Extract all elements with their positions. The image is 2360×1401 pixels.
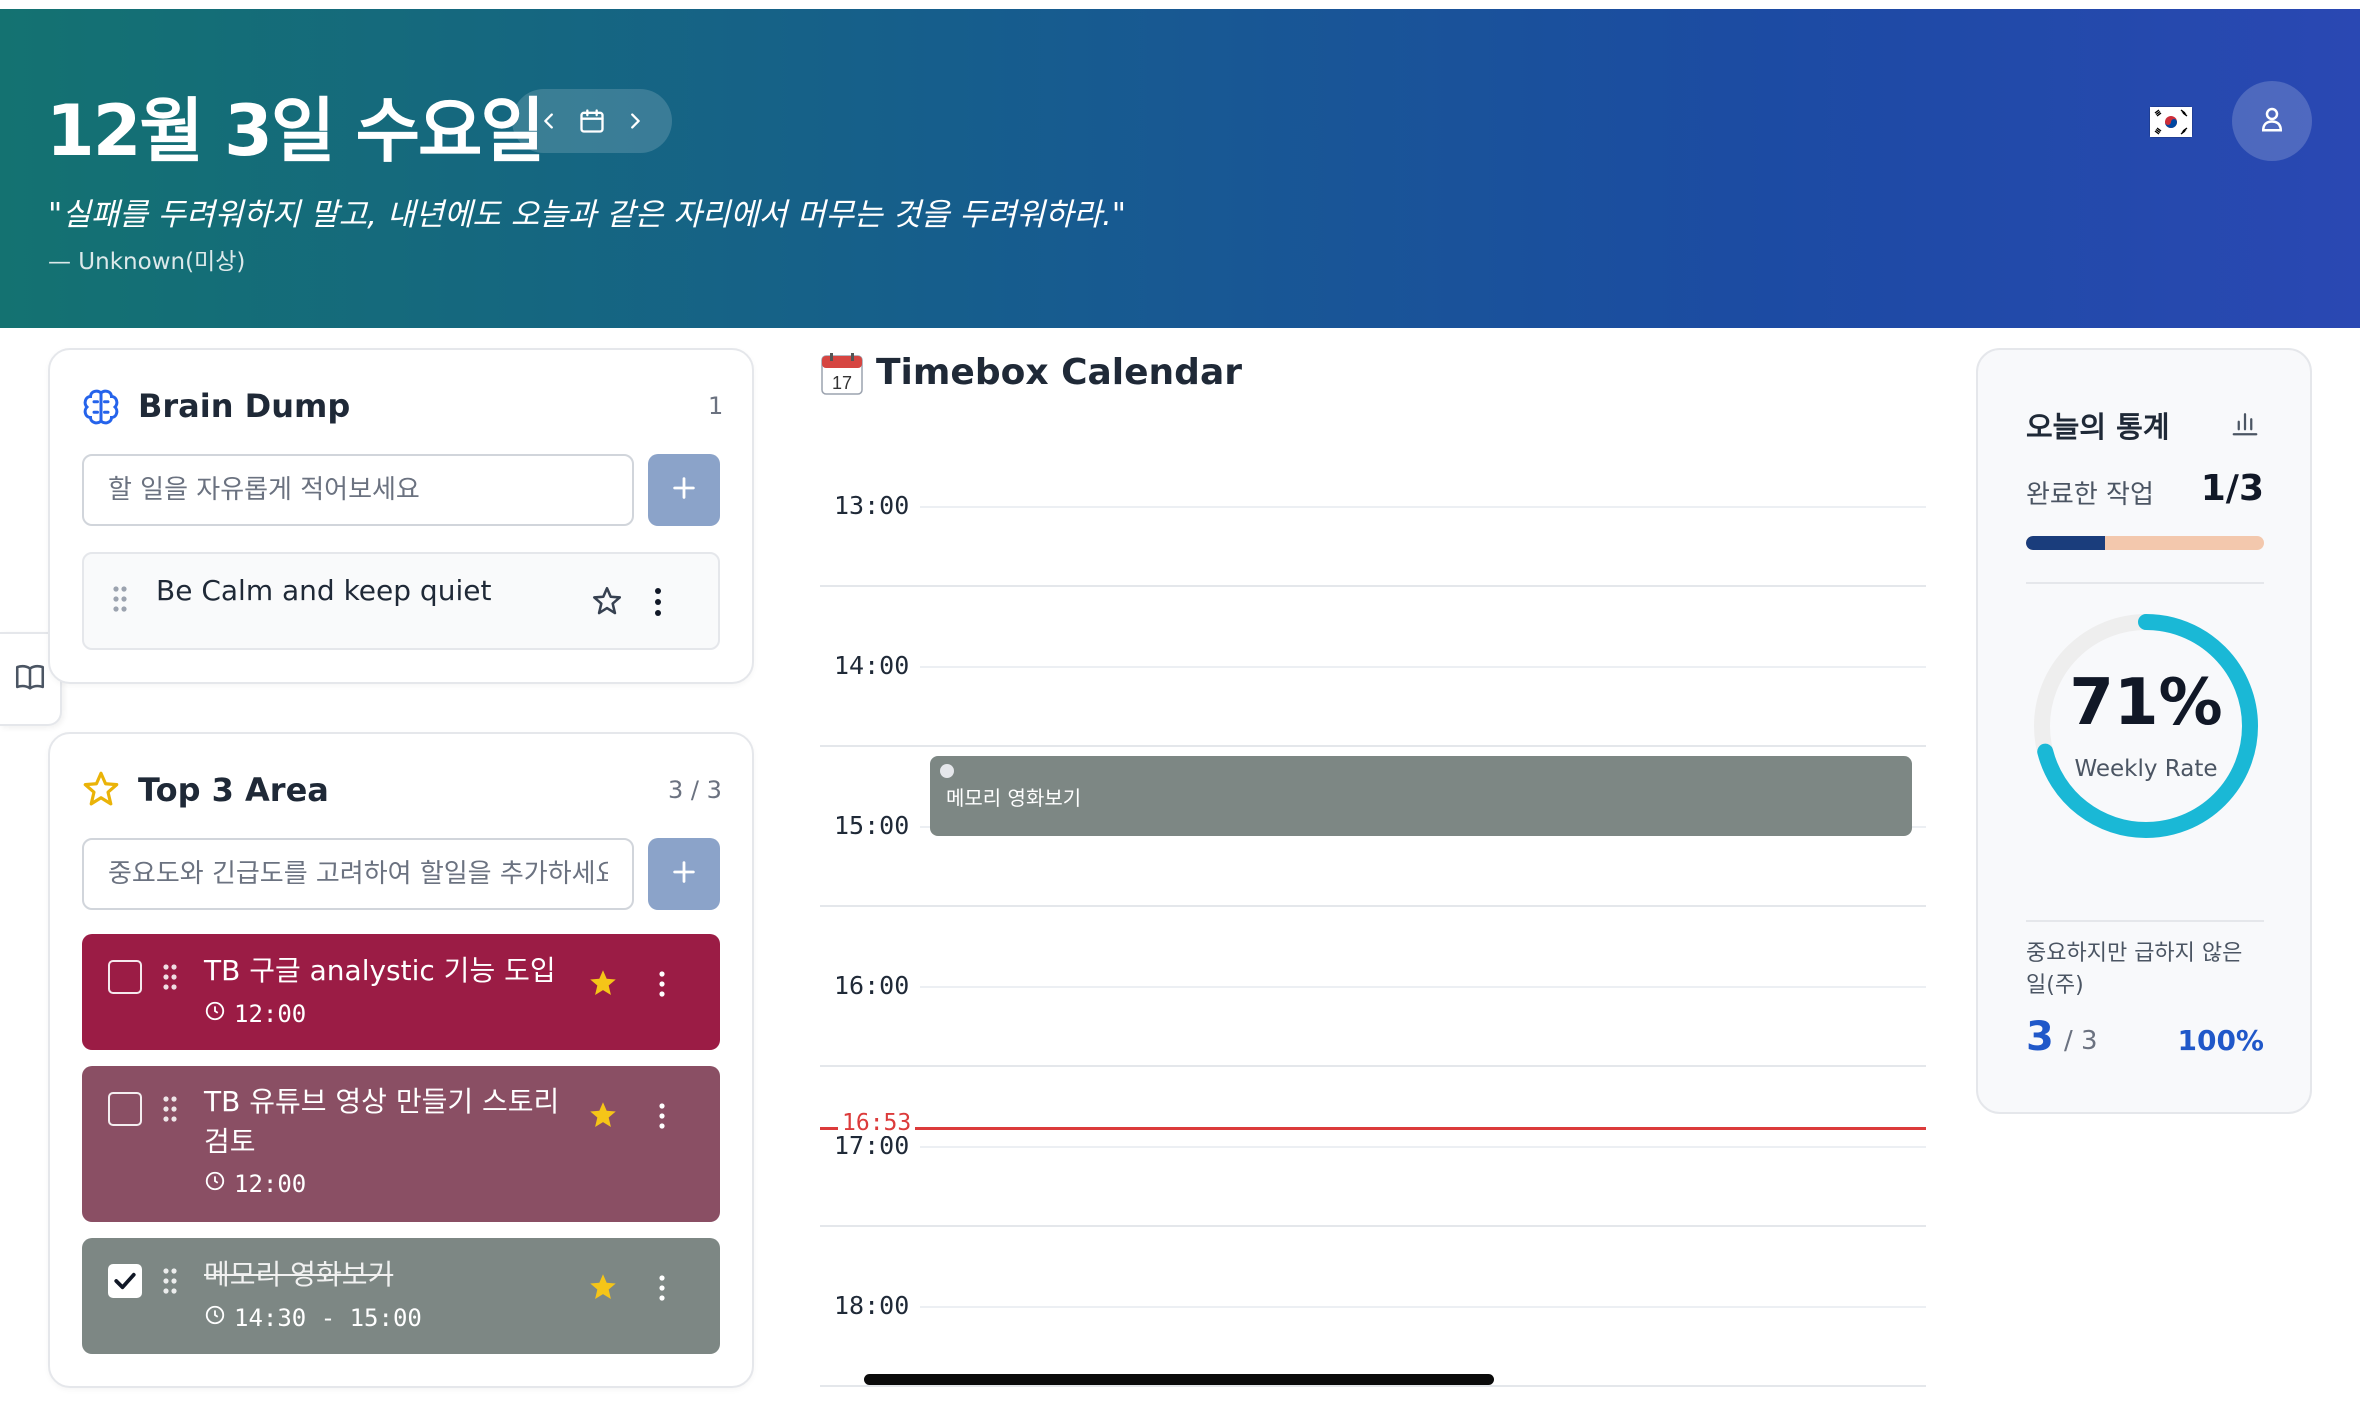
important-not-urgent-label: 중요하지만 급하지 않은 일(주) [2026,941,2243,998]
more-vertical-icon[interactable] [656,1274,668,1306]
task-checkbox[interactable] [108,960,142,994]
hour-label: 18:00 [834,1291,910,1320]
bar-chart-icon[interactable] [2230,408,2260,442]
divider [2026,920,2264,922]
task-time-text: 12:00 [234,1000,307,1028]
brain-dump-add-button[interactable] [648,454,720,526]
svg-text:17: 17 [832,373,852,393]
top3-count: 3 / 3 [668,776,722,804]
current-time-label: 16:53 [838,1110,916,1136]
more-vertical-icon[interactable] [656,970,668,1002]
task-time-text: 14:30 - 15:00 [234,1304,422,1332]
completed-progress-bar [2026,536,2264,550]
divider [2026,582,2264,584]
date-navigator [512,89,672,153]
completed-tasks-label: 완료한 작업 [2026,480,2154,510]
chevron-right-icon[interactable] [618,104,652,138]
hour-label: 16:00 [834,971,910,1000]
scrollbar[interactable] [864,1374,1494,1385]
top3-add-button[interactable] [648,838,720,910]
task-time-text: 12:00 [234,1170,307,1198]
task-title: 메모리 영화보기 [204,1258,394,1291]
brain-dump-item-text: Be Calm and keep quiet [156,574,492,607]
weekly-rate-ring: 71% Weekly Rate [2026,606,2266,846]
clock-icon [204,1304,226,1332]
plus-icon [670,858,698,890]
brain-icon [80,386,122,432]
hour-label: 14:00 [834,651,910,680]
task-title: TB 유튜브 영상 만들기 스토리 검토 [204,1085,560,1158]
plus-icon [670,474,698,506]
task-time: 12:00 [204,1170,306,1198]
gridline [920,1306,1926,1308]
quote-author: — Unknown(미상) [48,249,246,275]
brain-dump-title: Brain Dump [138,387,351,425]
more-vertical-icon[interactable] [652,586,664,622]
top3-title: Top 3 Area [138,771,329,809]
brain-dump-item[interactable]: Be Calm and keep quiet [82,552,720,650]
date-title: 12월 3일 수요일 [46,90,545,172]
star-filled-icon[interactable] [586,1270,620,1308]
brain-dump-input[interactable] [82,454,634,526]
stats-card: 오늘의 통계 완료한 작업 1/3 71% Weekly Rate 중요하지만 … [1976,348,2312,1114]
gridline [820,1385,1926,1387]
more-vertical-icon[interactable] [656,1102,668,1134]
clock-icon [204,1170,226,1198]
important-total: / 3 [2064,1026,2098,1056]
timebox-event[interactable]: 메모리 영화보기 [930,756,1912,836]
calendar-emoji-icon: 17 [820,352,864,396]
stats-title: 오늘의 통계 [2026,410,2170,444]
drag-handle-icon[interactable] [162,1266,178,1300]
drag-handle-icon[interactable] [162,962,178,996]
top3-task[interactable]: 메모리 영화보기 14:30 - 15:00 [82,1238,720,1354]
task-time: 12:00 [204,1000,306,1028]
profile-button[interactable] [2232,81,2312,161]
gridline [820,1225,1926,1227]
task-checkbox[interactable] [108,1264,142,1298]
important-percent: 100% [2177,1024,2264,1057]
drag-handle-icon[interactable] [162,1094,178,1128]
chevron-left-icon[interactable] [532,104,566,138]
star-filled-icon[interactable] [586,966,620,1004]
gridline [920,506,1926,508]
task-title: TB 구글 analystic 기능 도입 [204,954,556,987]
gridline [920,986,1926,988]
timebox-title: Timebox Calendar [876,352,1242,393]
current-time-line [820,1127,1926,1130]
hour-label: 15:00 [834,811,910,840]
weekly-rate-label: Weekly Rate [2074,756,2218,782]
gridline [820,1065,1926,1067]
gridline [920,1146,1926,1148]
drag-handle-icon[interactable] [112,584,128,618]
top3-task[interactable]: TB 구글 analystic 기능 도입 12:00 [82,934,720,1050]
star-outline-icon [80,768,122,814]
top3-input[interactable] [82,838,634,910]
user-icon [2257,104,2287,138]
weekly-rate-value: 71% [2069,666,2223,740]
south-korea-flag-icon[interactable] [2150,107,2192,137]
task-time: 14:30 - 15:00 [204,1304,422,1332]
star-filled-icon[interactable] [586,1098,620,1136]
important-count: 3 [2026,1014,2054,1060]
star-outline-icon[interactable] [590,584,624,622]
top3-task[interactable]: TB 유튜브 영상 만들기 스토리 검토 12:00 [82,1066,720,1222]
gridline [820,905,1926,907]
hour-label: 13:00 [834,491,910,520]
header-banner: 12월 3일 수요일 "실패를 두려워하지 말고, 내년에도 오늘과 같은 자리… [0,9,2360,328]
check-icon [110,1272,140,1300]
task-checkbox[interactable] [108,1092,142,1126]
calendar-icon[interactable] [575,104,609,138]
gridline [920,666,1926,668]
brain-dump-count: 1 [708,392,724,420]
event-label: 메모리 영화보기 [946,786,1082,810]
book-open-icon [13,660,47,698]
completed-progress-fill [2026,536,2106,550]
gridline [820,585,1926,587]
event-resize-handle[interactable] [940,764,954,778]
completed-tasks-value: 1/3 [2200,468,2264,509]
gridline [820,745,1926,747]
daily-quote: "실패를 두려워하지 말고, 내년에도 오늘과 같은 자리에서 머무는 것을 두… [48,197,1127,233]
clock-icon [204,1000,226,1028]
